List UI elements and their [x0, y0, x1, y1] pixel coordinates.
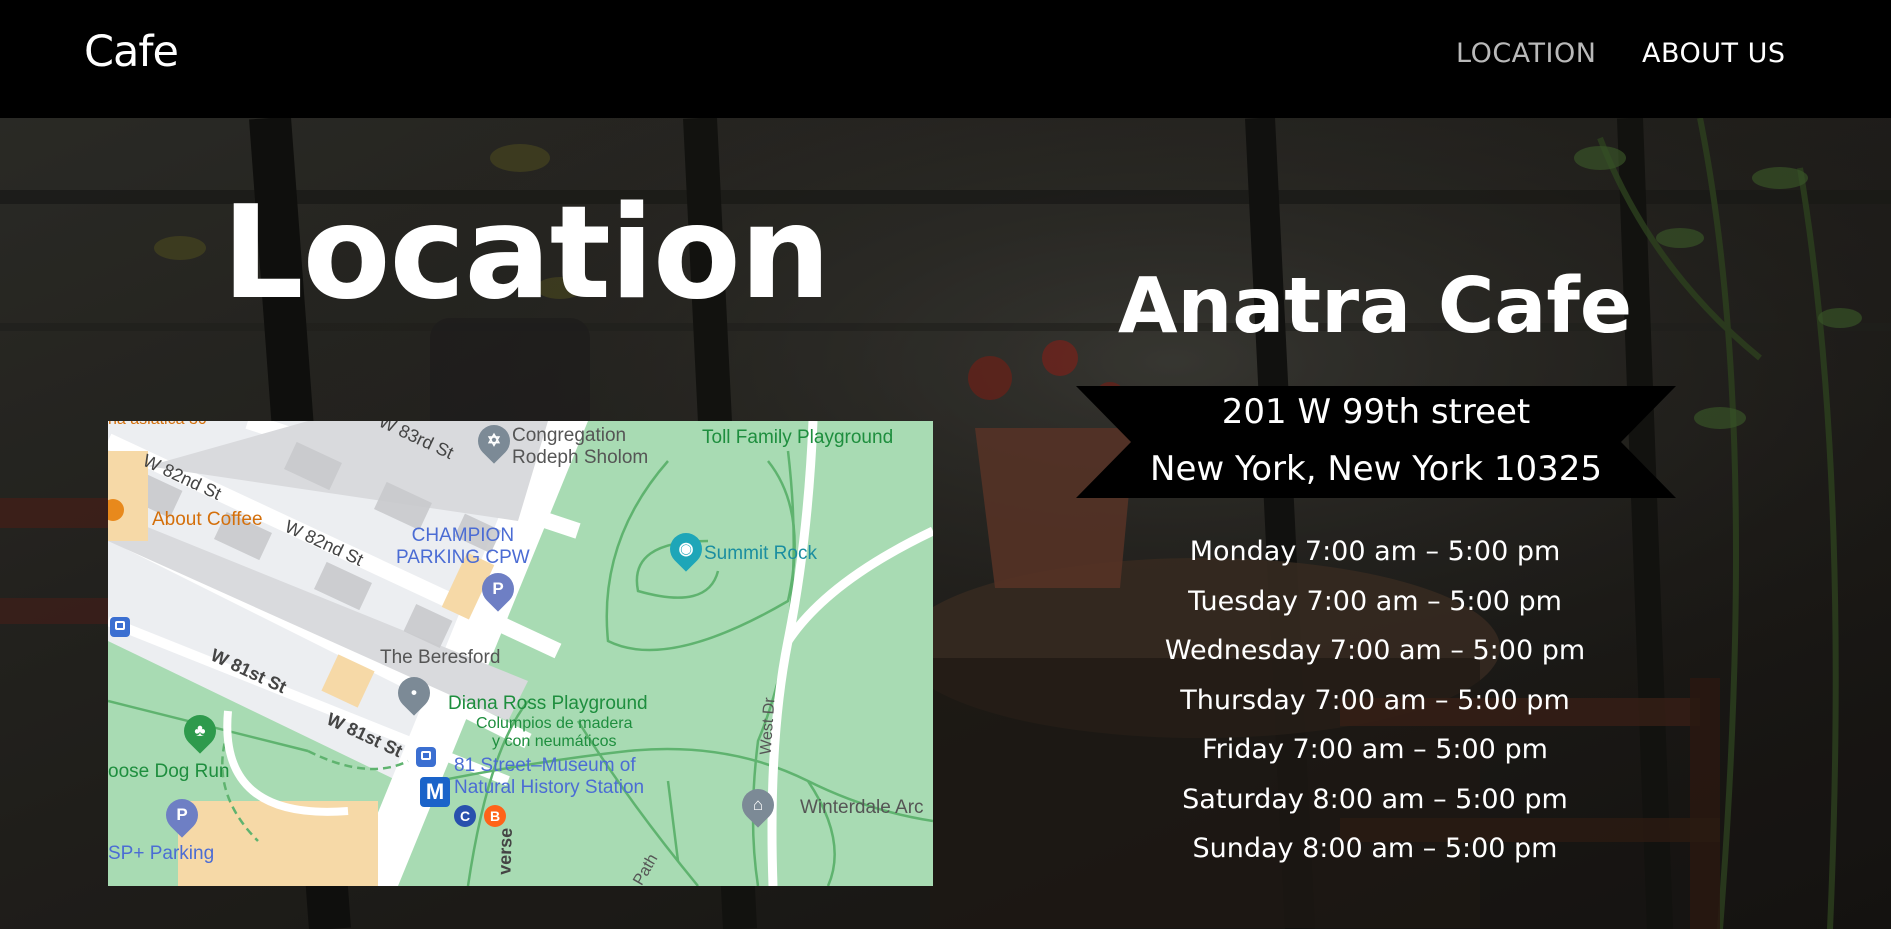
map-label-beresford[interactable]: The Beresford [380, 647, 500, 669]
hours-thursday: Thursday 7:00 am – 5:00 pm [1180, 684, 1570, 716]
hours-wednesday: Wednesday 7:00 am – 5:00 pm [1164, 635, 1586, 666]
subway-m-icon[interactable]: M [420, 777, 450, 807]
map-label-dog-run[interactable]: oose Dog Run [108, 761, 229, 783]
parking-pin-icon[interactable]: P [475, 566, 521, 612]
address-line-2: New York, New York 10325 [1150, 449, 1602, 489]
cafe-name: Anatra Cafe [1117, 262, 1633, 351]
map-label-traverse: verse [494, 827, 517, 876]
map-label-winterdale[interactable]: Winterdale Arc [800, 797, 924, 819]
map-label-champion-parking[interactable]: CHAMPION PARKING CPW [396, 525, 530, 569]
map-label-sp-parking[interactable]: SP+ Parking [108, 843, 214, 865]
map-label-columpios[interactable]: Columpios de madera y con neumáticos [476, 715, 633, 752]
winterdale-pin-icon[interactable]: ⌂ [735, 782, 781, 828]
bus-stop-icon[interactable] [416, 747, 436, 767]
map-label-congregation[interactable]: Congregation Rodeph Sholom [512, 425, 648, 469]
map-label-diana-ross[interactable]: Diana Ross Playground [448, 693, 648, 715]
camera-pin-icon[interactable]: ◉ [663, 526, 709, 572]
map-label-toll-playground[interactable]: Toll Family Playground [702, 427, 893, 449]
opening-hours-list: Monday 7:00 am – 5:00 pm Tuesday 7:00 am… [1100, 536, 1650, 883]
page-title: Location [222, 179, 831, 328]
nav-location-link[interactable]: LOCATION [1456, 38, 1596, 69]
hours-sunday: Sunday 8:00 am – 5:00 pm [1192, 833, 1558, 864]
map-label-top-left: na asiatica 30 [108, 421, 207, 429]
hours-monday: Monday 7:00 am – 5:00 pm [1189, 536, 1561, 567]
tree-pin-icon[interactable]: ♣ [177, 708, 223, 754]
line-c-icon[interactable]: C [454, 805, 476, 827]
map-label-station[interactable]: 81 Street–Museum of Natural History Stat… [454, 755, 644, 799]
hours-friday: Friday 7:00 am – 5:00 pm [1202, 734, 1548, 765]
beresford-pin-icon[interactable]: • [391, 670, 437, 716]
line-b-icon[interactable]: B [484, 805, 506, 827]
nav-about-link[interactable]: ABOUT US [1642, 38, 1786, 69]
map-label-about-coffee[interactable]: About Coffee [152, 509, 263, 531]
map-label-summit-rock[interactable]: Summit Rock [704, 543, 817, 565]
hours-saturday: Saturday 8:00 am – 5:00 pm [1182, 783, 1568, 815]
hours-tuesday: Tuesday 7:00 am – 5:00 pm [1188, 585, 1562, 617]
navbar: Cafe LOCATION ABOUT US [0, 0, 1891, 118]
address-line-1: 201 W 99th street [1221, 392, 1531, 432]
bus-stop-icon[interactable] [110, 617, 130, 637]
location-map[interactable]: na asiatica 30 W 83rd St ✡ Congregation … [108, 421, 933, 886]
brand-logo[interactable]: Cafe [84, 27, 179, 77]
sp-parking-pin-icon[interactable]: P [159, 792, 205, 838]
